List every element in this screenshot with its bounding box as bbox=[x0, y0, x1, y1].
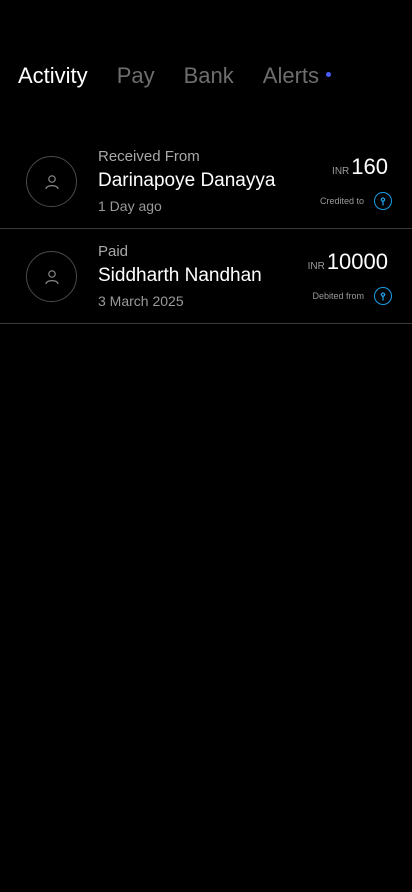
activity-screen: Activity Pay Bank Alerts Received From D… bbox=[0, 0, 412, 892]
tab-bank[interactable]: Bank bbox=[184, 58, 234, 94]
transaction-amount: INR 10000 bbox=[308, 249, 388, 275]
transaction-amount: INR 160 bbox=[332, 154, 388, 180]
bank-icon bbox=[374, 287, 392, 305]
avatar bbox=[26, 156, 77, 207]
amount-value: 160 bbox=[351, 154, 388, 179]
alerts-notification-dot bbox=[326, 72, 332, 77]
transaction-list: Received From Darinapoye Danayya 1 Day a… bbox=[0, 134, 412, 324]
transaction-row[interactable]: Received From Darinapoye Danayya 1 Day a… bbox=[0, 134, 412, 229]
account-label: Debited from bbox=[312, 291, 364, 301]
currency-code: INR bbox=[307, 261, 325, 272]
transaction-row[interactable]: Paid Siddharth Nandhan 3 March 2025 INR … bbox=[0, 229, 412, 324]
counterparty-name: Siddharth Nandhan bbox=[98, 265, 262, 286]
counterparty-name: Darinapoye Danayya bbox=[98, 170, 276, 191]
tab-pay[interactable]: Pay bbox=[117, 58, 155, 94]
account-label: Credited to bbox=[319, 196, 364, 206]
person-icon bbox=[44, 174, 59, 189]
currency-code: INR bbox=[332, 166, 350, 177]
transaction-type: Paid bbox=[98, 243, 129, 260]
tab-bar: Activity Pay Bank Alerts bbox=[18, 58, 412, 94]
amount-value: 10000 bbox=[326, 249, 388, 274]
person-icon bbox=[44, 269, 59, 284]
tab-activity[interactable]: Activity bbox=[18, 58, 88, 94]
transaction-date: 1 Day ago bbox=[98, 198, 162, 214]
avatar bbox=[26, 251, 77, 302]
bank-icon bbox=[374, 192, 392, 210]
account-info: Credited to bbox=[320, 192, 392, 210]
transaction-date: 3 March 2025 bbox=[98, 293, 184, 309]
tab-alerts[interactable]: Alerts bbox=[262, 58, 332, 94]
transaction-type: Received From bbox=[98, 148, 200, 165]
account-info: Debited from bbox=[312, 287, 392, 305]
tab-alerts-label: Alerts bbox=[262, 63, 320, 88]
